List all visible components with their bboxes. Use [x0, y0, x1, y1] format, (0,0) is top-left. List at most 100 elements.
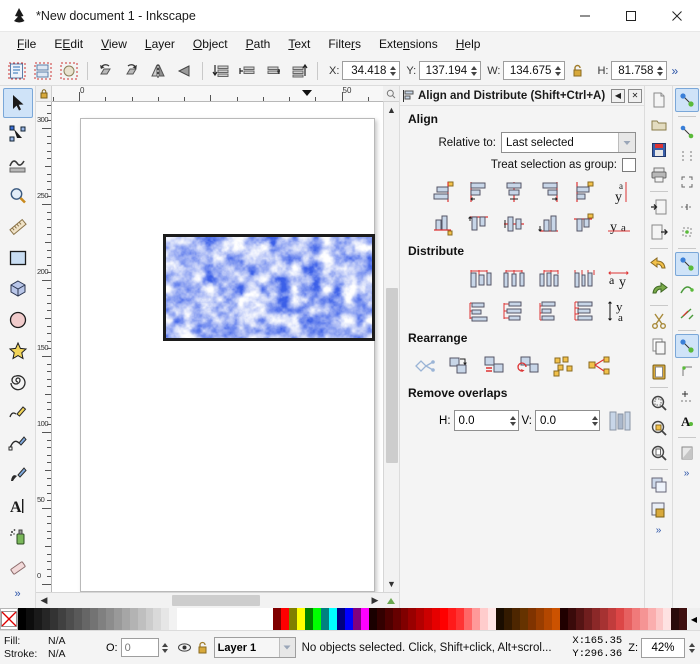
graph-layout-icon[interactable]: [408, 351, 441, 380]
distribute-left-edges-icon[interactable]: [463, 264, 496, 293]
palette-swatch[interactable]: [543, 608, 552, 630]
palette-swatch[interactable]: [336, 608, 345, 630]
palette-swatch[interactable]: [599, 608, 608, 630]
palette-swatch[interactable]: [416, 608, 425, 630]
palette-swatch[interactable]: [257, 608, 266, 630]
save-document-icon[interactable]: [647, 138, 671, 162]
align-top-edge-to-bottom-anchor-icon[interactable]: [568, 209, 601, 238]
distribute-centers-horizontally-icon[interactable]: [498, 264, 531, 293]
distribute-centers-vertically-icon[interactable]: [498, 296, 531, 325]
dock-close-button[interactable]: ✕: [628, 88, 642, 103]
align-left-edge-to-right-anchor-icon[interactable]: [568, 177, 601, 206]
drawing-canvas[interactable]: [52, 102, 383, 592]
distribute-gaps-horizontally-icon[interactable]: [568, 264, 601, 293]
fill-stroke-indicator[interactable]: Fill: N/A Stroke: N/A: [4, 635, 100, 661]
palette-swatch[interactable]: [551, 608, 560, 630]
overlap-h-field[interactable]: 0.0: [453, 410, 519, 431]
rectangle-tool[interactable]: [3, 243, 33, 273]
palette-swatch[interactable]: [400, 608, 409, 630]
palette-swatch[interactable]: [655, 608, 664, 630]
maximize-icon[interactable]: [608, 0, 654, 32]
palette-swatch[interactable]: [288, 608, 297, 630]
h-spinner[interactable]: [655, 62, 664, 79]
select-all-in-all-layers-icon[interactable]: [30, 58, 56, 84]
raise-icon[interactable]: [260, 58, 286, 84]
palette-swatch[interactable]: [249, 608, 258, 630]
new-document-icon[interactable]: [647, 88, 671, 112]
x-field[interactable]: 34.418: [342, 61, 401, 80]
text-align-baseline-vertical-icon[interactable]: ay: [603, 177, 636, 206]
snap-path-intersections-icon[interactable]: [675, 302, 699, 326]
palette-swatch[interactable]: [241, 608, 250, 630]
distribute-text-anchors-horizontally-icon[interactable]: ay: [603, 264, 636, 293]
pencil-tool[interactable]: [3, 398, 33, 428]
palette-swatch[interactable]: [607, 608, 616, 630]
snap-nodes-paths-handles-icon[interactable]: [674, 252, 699, 276]
layer-selector[interactable]: Layer 1: [213, 637, 296, 658]
rotate-counterclockwise-icon[interactable]: [93, 58, 119, 84]
palette-swatch[interactable]: [535, 608, 544, 630]
snap-paths-icon[interactable]: [675, 277, 699, 301]
opacity-field[interactable]: 0: [120, 638, 159, 657]
palette-swatch[interactable]: [280, 608, 289, 630]
none-color-icon[interactable]: [0, 608, 18, 630]
palette-swatch[interactable]: [169, 608, 178, 630]
w-field[interactable]: 134.675: [503, 61, 566, 80]
color-palette[interactable]: [18, 608, 688, 630]
palette-swatch[interactable]: [89, 608, 98, 630]
palette-swatch[interactable]: [65, 608, 74, 630]
blue-cloud-texture-rectangle[interactable]: [163, 234, 375, 341]
palette-swatch[interactable]: [273, 608, 281, 630]
palette-swatch[interactable]: [185, 608, 194, 630]
palette-swatch[interactable]: [575, 608, 584, 630]
layer-chevron-down-icon[interactable]: [278, 638, 295, 657]
palette-swatch[interactable]: [73, 608, 82, 630]
menu-text[interactable]: Text: [279, 34, 319, 54]
snap-bbox-centers-icon[interactable]: [675, 220, 699, 244]
palette-swatch[interactable]: [472, 608, 481, 630]
exchange-positions-clockwise-icon[interactable]: [513, 351, 546, 380]
palette-swatch[interactable]: [520, 608, 528, 630]
horizontal-scroll-track[interactable]: [52, 592, 367, 608]
palette-swatch[interactable]: [97, 608, 106, 630]
scroll-up-arrow[interactable]: ▲: [384, 102, 400, 118]
paste-icon[interactable]: [647, 359, 671, 383]
snap-midpoints-icon[interactable]: [675, 384, 699, 408]
palette-swatch[interactable]: [408, 608, 417, 630]
open-document-icon[interactable]: [647, 113, 671, 137]
palette-swatch[interactable]: [647, 608, 656, 630]
relative-to-dropdown[interactable]: Last selected: [501, 132, 636, 153]
zoom-page-icon[interactable]: [647, 441, 671, 465]
palette-swatch[interactable]: [448, 608, 457, 630]
palette-swatch[interactable]: [33, 608, 42, 630]
treat-as-group-checkbox[interactable]: [622, 158, 636, 172]
palette-swatch[interactable]: [177, 608, 186, 630]
palette-swatch[interactable]: [225, 608, 234, 630]
duplicate-icon[interactable]: [647, 473, 671, 497]
snap-text-baseline-icon[interactable]: A: [675, 409, 699, 433]
toolbar-overflow-chevron[interactable]: »: [667, 64, 682, 78]
overlap-v-field[interactable]: 0.0: [535, 410, 600, 431]
palette-swatch[interactable]: [304, 608, 313, 630]
opacity-spinner[interactable]: [161, 639, 170, 656]
palette-swatch[interactable]: [41, 608, 50, 630]
palette-swatch[interactable]: [663, 608, 672, 630]
palette-swatch[interactable]: [623, 608, 632, 630]
center-on-horizontal-axis-icon[interactable]: [498, 209, 531, 238]
import-icon[interactable]: [647, 195, 671, 219]
canvas-rotate-icon[interactable]: [383, 592, 399, 608]
dock-collapse-button[interactable]: ◀: [611, 88, 625, 103]
palette-swatch[interactable]: [464, 608, 473, 630]
palette-swatch[interactable]: [488, 608, 497, 630]
horizontal-scroll-thumb[interactable]: [172, 595, 260, 606]
horizontal-scrollbar[interactable]: ◀ ▶: [36, 592, 399, 608]
vertical-scroll-thumb[interactable]: [385, 288, 398, 463]
palette-swatch[interactable]: [113, 608, 122, 630]
print-document-icon[interactable]: [647, 163, 671, 187]
enable-snapping-icon[interactable]: [674, 88, 699, 112]
palette-swatch[interactable]: [456, 608, 465, 630]
box3d-tool[interactable]: [3, 274, 33, 304]
palette-swatch[interactable]: [312, 608, 321, 630]
selector-tool[interactable]: [2, 88, 33, 118]
snap-page-border-icon[interactable]: [675, 441, 699, 465]
